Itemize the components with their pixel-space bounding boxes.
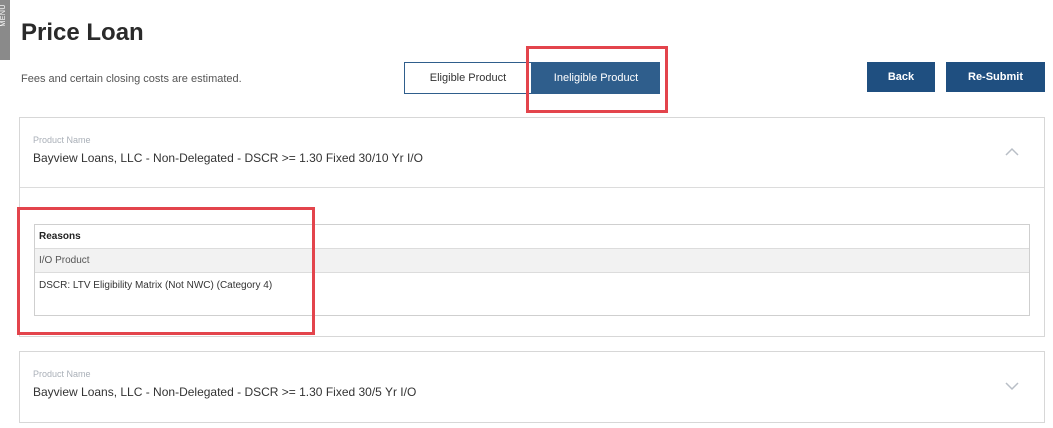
reasons-table-row: I/O Product — [35, 249, 1029, 273]
side-menu-tab[interactable]: MENU — [0, 0, 10, 60]
product-card-header[interactable]: Product Name Bayview Loans, LLC - Non-De… — [20, 118, 1044, 188]
product-name-value: Bayview Loans, LLC - Non-Delegated - DSC… — [33, 151, 423, 165]
product-name-label: Product Name — [33, 369, 91, 379]
page-subtitle: Fees and certain closing costs are estim… — [21, 73, 242, 85]
reasons-table-row: DSCR: LTV Eligibility Matrix (Not NWC) (… — [35, 273, 1029, 315]
reasons-table-header: Reasons — [35, 225, 1029, 249]
resubmit-button[interactable]: Re-Submit — [946, 62, 1045, 92]
product-card-body: Reasons I/O Product DSCR: LTV Eligibilit… — [20, 188, 1044, 338]
product-card: Product Name Bayview Loans, LLC - Non-De… — [19, 117, 1045, 337]
page-title: Price Loan — [21, 19, 144, 46]
product-card-header[interactable]: Product Name Bayview Loans, LLC - Non-De… — [20, 352, 1044, 421]
chevron-down-icon[interactable] — [1002, 376, 1022, 396]
chevron-up-icon[interactable] — [1002, 142, 1022, 162]
reasons-table: Reasons I/O Product DSCR: LTV Eligibilit… — [34, 224, 1030, 316]
ineligible-product-tab[interactable]: Ineligible Product — [532, 62, 660, 94]
product-card: Product Name Bayview Loans, LLC - Non-De… — [19, 351, 1045, 423]
side-menu-label: MENU — [0, 4, 7, 27]
product-name-value: Bayview Loans, LLC - Non-Delegated - DSC… — [33, 385, 417, 399]
product-name-label: Product Name — [33, 135, 91, 145]
eligible-product-tab[interactable]: Eligible Product — [404, 62, 532, 94]
back-button[interactable]: Back — [867, 62, 935, 92]
